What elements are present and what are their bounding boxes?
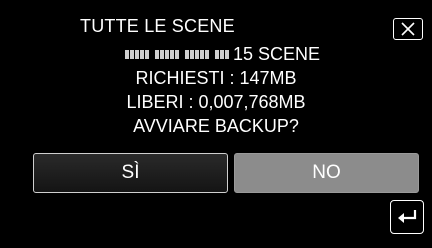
dialog-title: TUTTE LE SCENE	[80, 16, 235, 36]
close-button[interactable]	[393, 18, 423, 40]
backup-question-text: AVVIARE BACKUP?	[133, 116, 299, 136]
yes-button-label: SÌ	[121, 162, 140, 183]
required-space-text: RICHIESTI : 147MB	[135, 68, 297, 88]
backup-confirm-screen: TUTTE LE SCENE 15 SCENE RICHIESTI : 147M…	[0, 0, 432, 248]
back-button[interactable]	[390, 200, 424, 234]
yes-button[interactable]: SÌ	[33, 153, 228, 193]
progress-dots-icon	[125, 50, 229, 59]
back-return-icon	[398, 210, 417, 223]
no-button-label: NO	[312, 162, 341, 183]
no-button[interactable]: NO	[234, 153, 419, 193]
free-space-text: LIBERI : 0,007,768MB	[126, 92, 306, 112]
scene-count-row: 15 SCENE	[125, 44, 320, 65]
close-icon	[401, 22, 415, 36]
scene-count-text: 15 SCENE	[233, 44, 321, 64]
